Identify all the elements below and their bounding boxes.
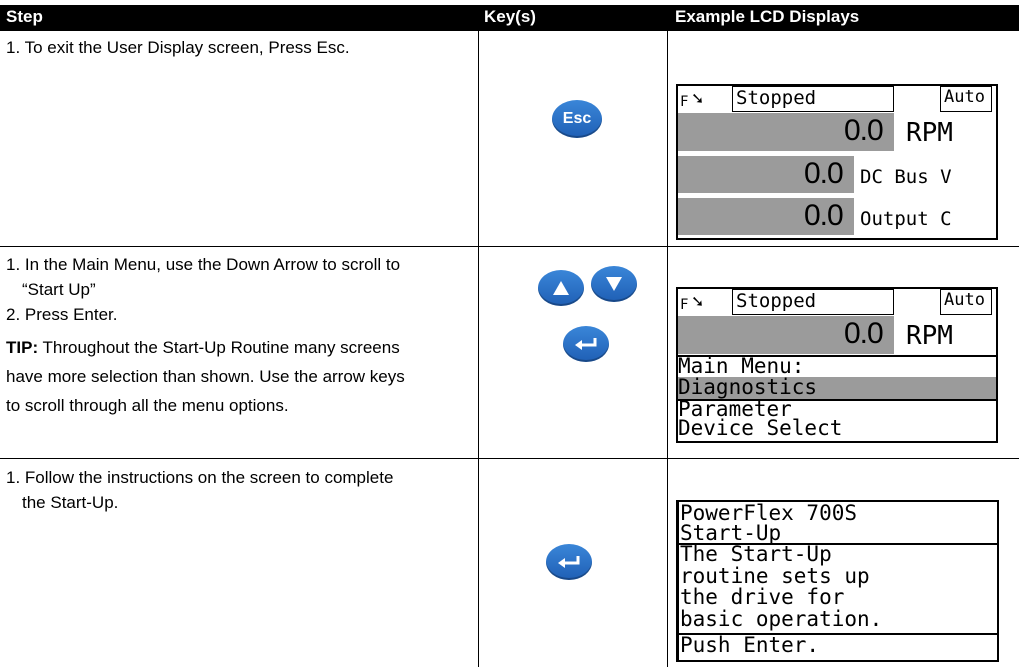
dc-bus-unit: DC Bus V [860, 166, 952, 188]
down-arrow-icon [606, 277, 622, 291]
enter-key[interactable] [563, 326, 609, 362]
output-unit: Output C [860, 208, 952, 230]
step-line: the Start-Up. [22, 493, 119, 512]
step-line: 1. Follow the instructions on the screen… [6, 468, 394, 487]
lcd-body-line: Push Enter. [680, 633, 820, 657]
step-text: 1. Follow the instructions on the screen… [6, 465, 476, 515]
esc-key[interactable]: Esc [552, 100, 602, 138]
lcd-display: PowerFlex 700S Start-Up The Start-Up rou… [676, 500, 999, 662]
mode-text: Auto [944, 87, 985, 107]
enter-icon [558, 556, 580, 568]
speed-unit: RPM [906, 118, 953, 148]
down-arrow-key[interactable] [591, 266, 637, 302]
enter-key[interactable] [546, 544, 592, 580]
lcd-title-line: PowerFlex 700S [680, 501, 858, 525]
step-line: 1. In the Main Menu, use the Down Arrow … [6, 255, 401, 274]
lcd-body-line: The Start-Up [680, 542, 832, 566]
status-text: Stopped [736, 290, 817, 312]
lcd-display: F ➘ Stopped Auto 0.0 RPM 0.0 DC Bus V 0.… [676, 84, 998, 240]
esc-key-label: Esc [562, 110, 592, 127]
menu-item-device-select[interactable]: Device Select [678, 418, 842, 439]
direction-arrow-icon: ➘ [692, 88, 703, 109]
speed-value: 0.0 [844, 317, 884, 350]
menu-title: Main Menu: [678, 354, 805, 378]
step-line: 1. To exit the User Display screen, Pres… [6, 38, 350, 57]
procedure-table: Step Key(s) Example LCD Displays 1. To e… [0, 0, 1019, 667]
tip-line: have more selection than shown. Use the … [6, 367, 405, 386]
direction-indicator: F [680, 94, 689, 110]
speed-value: 0.0 [844, 114, 884, 147]
step-text: 1. In the Main Menu, use the Down Arrow … [6, 252, 476, 418]
output-value: 0.0 [804, 199, 844, 232]
row-divider [0, 246, 1019, 247]
lcd-body-line: routine sets up [680, 564, 870, 588]
tip-label: TIP: [6, 338, 39, 357]
tip-text: Throughout the Start-Up Routine many scr… [38, 338, 400, 357]
row-divider [0, 458, 1019, 459]
column-divider [478, 31, 479, 667]
lcd-body-line: the drive for [680, 585, 845, 609]
status-text: Stopped [736, 87, 817, 109]
up-arrow-key[interactable] [538, 270, 584, 306]
tip-line: to scroll through all the menu options. [6, 396, 289, 415]
column-divider [667, 31, 668, 667]
enter-icon [575, 338, 597, 350]
header-lcd-displays: Example LCD Displays [675, 7, 860, 26]
direction-indicator: F [680, 297, 689, 313]
speed-unit: RPM [906, 321, 953, 351]
header-keys: Key(s) [484, 7, 536, 26]
dc-bus-value: 0.0 [804, 157, 844, 190]
step-line: “Start Up” [22, 280, 96, 299]
lcd-body-line: basic operation. [680, 607, 883, 631]
step-line: 2. Press Enter. [6, 305, 118, 324]
mode-text: Auto [944, 290, 985, 310]
direction-arrow-icon: ➘ [692, 291, 703, 312]
lcd-display: F ➘ Stopped Auto 0.0 RPM Main Menu: Diag… [676, 287, 998, 443]
step-text: 1. To exit the User Display screen, Pres… [6, 35, 476, 60]
header-step: Step [6, 7, 43, 26]
menu-item-diagnostics[interactable]: Diagnostics [678, 376, 817, 398]
up-arrow-icon [553, 281, 569, 295]
table-header: Step Key(s) Example LCD Displays [0, 5, 1019, 31]
tip-line: TIP: Throughout the Start-Up Routine man… [6, 335, 476, 360]
lcd-title-line: Start-Up [680, 521, 782, 545]
